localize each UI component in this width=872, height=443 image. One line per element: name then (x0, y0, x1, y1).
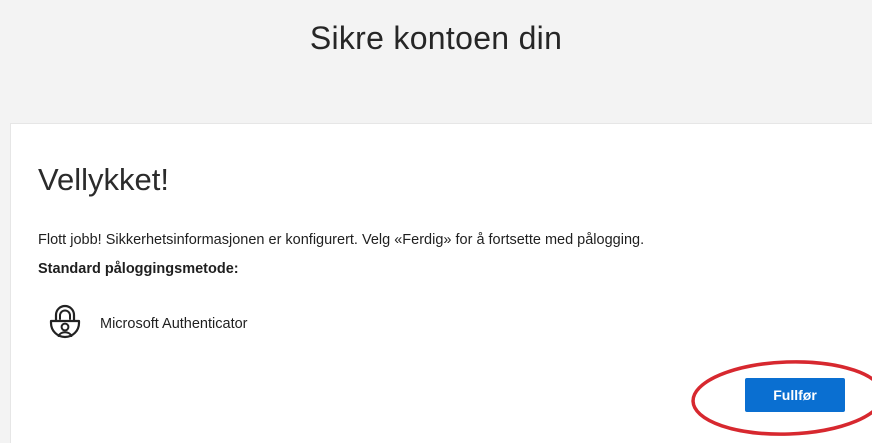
method-name: Microsoft Authenticator (100, 316, 248, 332)
default-method-label: Standard påloggingsmetode: (38, 261, 239, 277)
success-card: Vellykket! Flott jobb! Sikkerhetsinforma… (10, 123, 872, 443)
page-title: Sikre kontoen din (309, 20, 563, 56)
default-method-row: Microsoft Authenticator (48, 304, 248, 344)
success-message: Flott jobb! Sikkerhetsinformasjonen er k… (38, 232, 645, 248)
authenticator-lock-icon (48, 304, 82, 344)
page-header: Sikre kontoen din (0, 0, 872, 122)
finish-button[interactable]: Fullfør (745, 378, 845, 412)
card-heading: Vellykket! (38, 162, 169, 197)
